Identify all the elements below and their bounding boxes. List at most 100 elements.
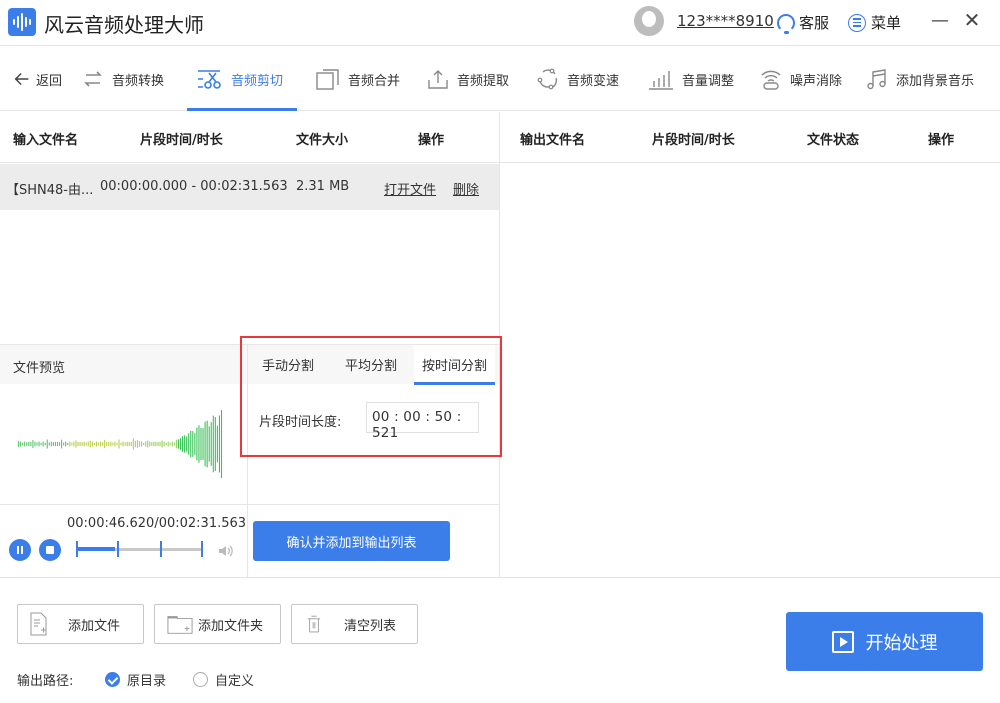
waveform-bar <box>120 442 122 446</box>
volume-icon[interactable] <box>218 545 234 557</box>
waveform-bar <box>93 442 95 446</box>
stop-button[interactable] <box>39 539 61 561</box>
delete-link[interactable]: 删除 <box>453 179 479 198</box>
waveform-bar <box>132 438 134 450</box>
add-file-button[interactable]: 添加文件 <box>17 604 144 644</box>
col-segment-duration: 片段时间/时长 <box>652 133 735 148</box>
add-folder-label: 添加文件夹 <box>198 618 264 634</box>
confirm-add-output-button[interactable]: 确认并添加到输出列表 <box>253 521 450 561</box>
minimize-button[interactable]: — <box>930 10 950 31</box>
radio-label: 自定义 <box>215 674 255 689</box>
segment-marker[interactable] <box>117 541 119 557</box>
waveform-bar <box>208 426 210 462</box>
tool-noise-removal[interactable]: 噪声消除 <box>760 47 842 111</box>
waveform-bar <box>83 441 85 447</box>
waveform-bar <box>184 435 186 453</box>
add-file-icon <box>30 612 47 636</box>
confirm-area: 确认并添加到输出列表 <box>248 504 499 577</box>
tab-manual-split[interactable]: 手动分割 <box>262 355 314 374</box>
arrow-left-icon <box>14 73 29 85</box>
file-name: 【SHN48-由... <box>6 183 94 198</box>
waveform-bar <box>26 442 28 446</box>
player-controls: 00:00:46.620/00:02:31.563 <box>0 504 248 577</box>
pause-button[interactable] <box>9 539 31 561</box>
output-path-label: 输出路径: <box>17 674 74 689</box>
tool-audio-extract[interactable]: 音频提取 <box>427 47 509 111</box>
waveform-bar <box>38 441 40 447</box>
open-file-link[interactable]: 打开文件 <box>384 179 436 198</box>
waveform-bar <box>42 441 44 447</box>
seek-slider[interactable] <box>76 541 203 557</box>
waveform-bar <box>128 442 130 446</box>
file-segment: 00:00:00.000 - 00:02:31.563 <box>100 179 288 194</box>
input-panel: 输入文件名 片段时间/时长 文件大小 操作 【SHN48-由... 00:00:… <box>0 112 500 577</box>
tool-audio-merge[interactable]: 音频合并 <box>316 47 400 111</box>
add-folder-button[interactable]: 添加文件夹 <box>154 604 281 644</box>
waveform-bar <box>220 410 223 478</box>
col-input-filename: 输入文件名 <box>13 133 79 148</box>
radio-label: 原目录 <box>127 674 167 689</box>
waveform-bar <box>104 439 106 449</box>
waveform-bar <box>153 441 155 447</box>
waveform-bar <box>130 441 132 447</box>
waveform-bar <box>192 431 194 457</box>
waveform-bar <box>116 442 118 446</box>
preview-title: 文件预览 <box>0 344 247 384</box>
tool-audio-convert[interactable]: 音频转换 <box>82 47 164 111</box>
user-account-link[interactable]: 123****8910 <box>677 12 774 30</box>
waveform-bar <box>46 439 48 449</box>
waveform-bar <box>202 428 204 460</box>
tool-add-bgm[interactable]: 添加背景音乐 <box>866 47 974 111</box>
waveform-bar <box>177 439 179 449</box>
waveform-bar <box>106 441 108 447</box>
waveform-bar <box>186 436 188 452</box>
volume-bars-icon <box>649 71 673 90</box>
waveform-bar <box>54 441 56 447</box>
waveform-bar <box>169 442 171 446</box>
clear-list-button[interactable]: 清空列表 <box>291 604 418 644</box>
tool-audio-speed[interactable]: 音频变速 <box>537 47 619 111</box>
waveform-bar <box>108 442 110 446</box>
segment-marker[interactable] <box>160 541 162 557</box>
waveform-bar <box>48 442 50 446</box>
radio-custom-dir[interactable]: 自定义 <box>193 670 254 689</box>
col-file-status: 文件状态 <box>807 133 860 148</box>
start-processing-button[interactable]: 开始处理 <box>786 612 983 671</box>
tab-average-split[interactable]: 平均分割 <box>345 355 397 374</box>
waveform-bar <box>67 442 69 446</box>
segment-length-input[interactable]: 00 : 00 : 50 : 521 <box>366 402 479 441</box>
back-button[interactable]: 返回 <box>12 47 62 111</box>
waveform-bar <box>112 442 114 446</box>
customer-service-button[interactable]: 客服 <box>777 12 829 34</box>
waveform-bar <box>122 441 124 447</box>
tool-volume-adjust[interactable]: 音量调整 <box>648 47 734 111</box>
tab-time-split[interactable]: 按时间分割 <box>414 345 496 385</box>
tool-label: 添加背景音乐 <box>896 73 975 89</box>
close-button[interactable]: ✕ <box>962 8 982 32</box>
waveform-bar <box>145 441 147 447</box>
waveform-bar <box>147 440 149 448</box>
tool-label: 音频提取 <box>457 73 510 89</box>
waveform-bar <box>204 421 206 467</box>
start-label: 开始处理 <box>865 632 938 654</box>
waveform-bar <box>190 430 192 458</box>
waveform-bar <box>134 440 136 448</box>
segment-marker[interactable] <box>201 541 203 557</box>
segment-marker[interactable] <box>76 541 78 557</box>
waveform-bar <box>36 442 38 446</box>
avatar[interactable] <box>634 6 664 36</box>
radio-original-dir[interactable]: 原目录 <box>105 670 166 689</box>
waveform-bar <box>95 441 97 447</box>
waveform-bar <box>77 441 79 447</box>
waveform-bar <box>214 417 216 471</box>
tool-audio-cut[interactable]: 音频剪切 <box>186 47 298 111</box>
waveform-bar <box>182 436 184 452</box>
col-segment-duration: 片段时间/时长 <box>140 133 223 148</box>
waveform-bar <box>200 428 202 460</box>
waveform-bar <box>124 442 126 446</box>
table-row[interactable]: 【SHN48-由... 00:00:00.000 - 00:02:31.563 … <box>0 164 499 210</box>
menu-button[interactable]: 菜单 <box>848 12 901 33</box>
waveform-bar <box>40 442 42 446</box>
waveform <box>18 410 223 478</box>
waveform-bar <box>65 441 67 447</box>
